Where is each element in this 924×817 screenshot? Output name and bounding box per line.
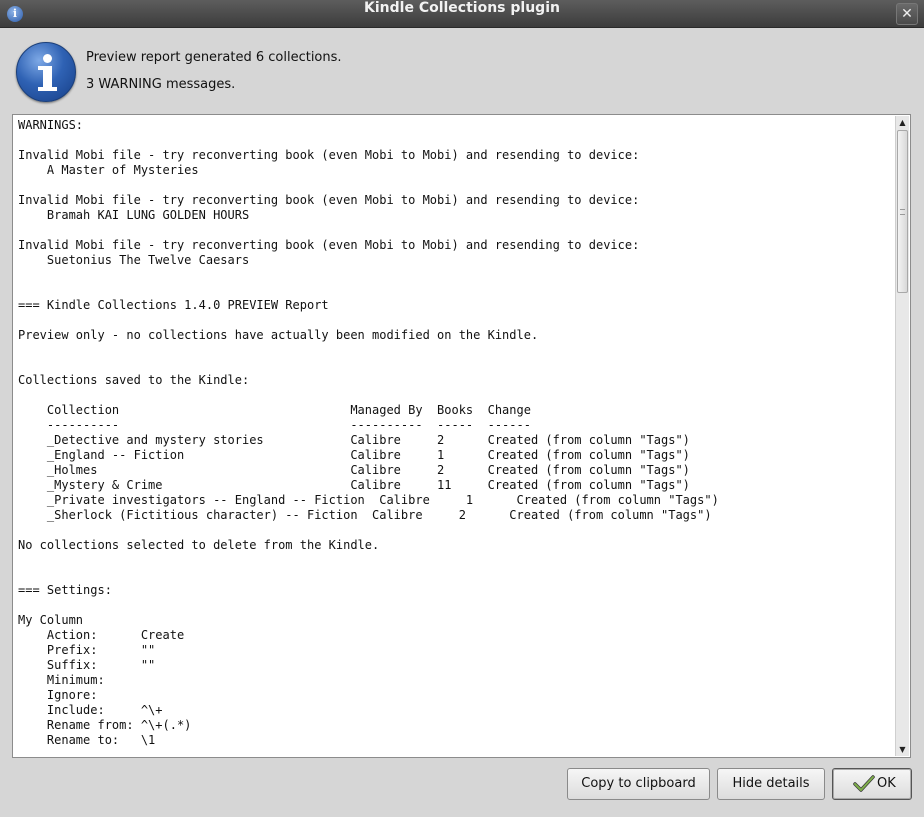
- ok-button[interactable]: OK: [832, 768, 912, 800]
- report-line: Suffix: "": [18, 658, 156, 672]
- report-line: Collection Managed By Books Change: [18, 403, 531, 417]
- details-text-area[interactable]: WARNINGS: Invalid Mobi file - try reconv…: [12, 114, 911, 758]
- report-line: [18, 388, 894, 403]
- report-line: Ignore:: [18, 688, 98, 702]
- warning-count-message: 3 WARNING messages.: [86, 77, 236, 92]
- report-line: ---------- ---------- ----- ------: [18, 418, 531, 432]
- report-line: [18, 283, 894, 298]
- report-line: [18, 358, 894, 373]
- report-line: [18, 133, 894, 148]
- report-line: === Kindle Collections 1.4.0 PREVIEW Rep…: [18, 298, 329, 312]
- scroll-up-arrow-icon[interactable]: ▲: [896, 116, 909, 129]
- report-line: _Sherlock (Fictitious character) -- Fict…: [18, 508, 712, 522]
- scrollbar-thumb[interactable]: [897, 130, 908, 293]
- report-line: No collections selected to delete from t…: [18, 538, 380, 552]
- report-line: Collections saved to the Kindle:: [18, 373, 250, 387]
- report-line: [18, 598, 894, 613]
- report-line: [18, 343, 894, 358]
- report-line: A Master of Mysteries: [18, 163, 199, 177]
- report-line: Minimum:: [18, 673, 105, 687]
- report-line: Invalid Mobi file - try reconverting boo…: [18, 148, 640, 162]
- report-line: Include: ^\+: [18, 703, 163, 717]
- title-bar[interactable]: i Kindle Collections plugin ✕: [0, 0, 924, 28]
- report-line: Invalid Mobi file - try reconverting boo…: [18, 238, 640, 252]
- report-line: Bramah KAI LUNG GOLDEN HOURS: [18, 208, 250, 222]
- close-button[interactable]: ✕: [896, 3, 918, 25]
- report-line: [18, 553, 894, 568]
- vertical-scrollbar[interactable]: ▲ ▼: [895, 116, 909, 756]
- report-line: [18, 223, 894, 238]
- report-line: _Detective and mystery stories Calibre 2…: [18, 433, 690, 447]
- summary-message: Preview report generated 6 collections.: [86, 50, 342, 65]
- report-line: Prefix: "": [18, 643, 156, 657]
- report-line: _Holmes Calibre 2 Created (from column "…: [18, 463, 690, 477]
- window-title: Kindle Collections plugin: [364, 0, 560, 16]
- report-line: _Mystery & Crime Calibre 11 Created (fro…: [18, 478, 690, 492]
- report-line: [18, 313, 894, 328]
- details-report-text[interactable]: WARNINGS: Invalid Mobi file - try reconv…: [18, 118, 894, 754]
- report-line: Action: Create: [18, 628, 185, 642]
- report-line: WARNINGS:: [18, 118, 84, 132]
- ok-label: OK: [877, 776, 896, 791]
- dialog-body: Preview report generated 6 collections. …: [0, 28, 924, 817]
- copy-to-clipboard-button[interactable]: Copy to clipboard: [567, 768, 710, 800]
- report-line: === Settings:: [18, 583, 112, 597]
- report-line: Rename to: \1: [18, 733, 156, 747]
- report-line: Invalid Mobi file - try reconverting boo…: [18, 193, 640, 207]
- report-line: [18, 178, 894, 193]
- report-line: [18, 523, 894, 538]
- hide-details-button[interactable]: Hide details: [717, 768, 825, 800]
- report-line: _Private investigators -- England -- Fic…: [18, 493, 719, 507]
- report-line: Preview only - no collections have actua…: [18, 328, 539, 342]
- report-line: Rename from: ^\+(.*): [18, 718, 192, 732]
- scroll-down-arrow-icon[interactable]: ▼: [896, 743, 909, 756]
- info-icon: [16, 42, 76, 102]
- report-line: [18, 268, 894, 283]
- report-line: Suetonius The Twelve Caesars: [18, 253, 250, 267]
- report-line: My Column: [18, 613, 84, 627]
- report-line: [18, 568, 894, 583]
- report-line: _England -- Fiction Calibre 1 Created (f…: [18, 448, 690, 462]
- checkmark-icon: [853, 775, 875, 792]
